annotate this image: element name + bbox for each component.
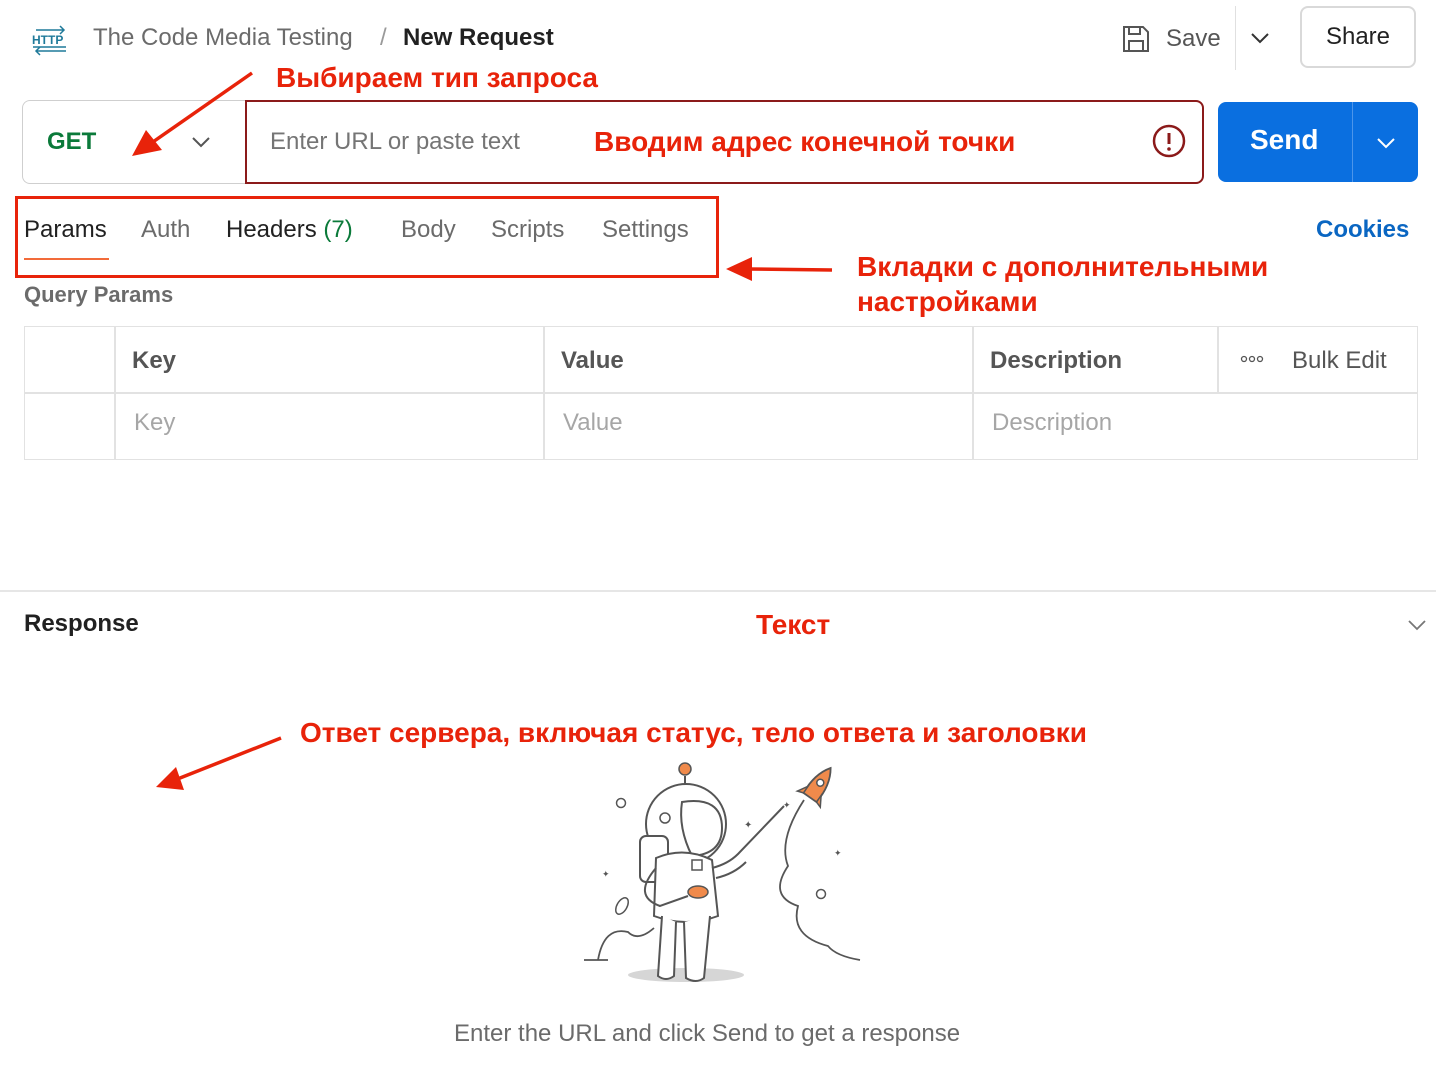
column-header-value: Value bbox=[561, 347, 624, 374]
tab-headers-count: (7) bbox=[323, 216, 353, 243]
chevron-down-icon[interactable] bbox=[1372, 129, 1400, 157]
table-column-divider bbox=[972, 326, 974, 460]
tab-body[interactable]: Body bbox=[401, 216, 456, 244]
annotation-method: Выбираем тип запроса bbox=[276, 62, 598, 93]
table-header-divider bbox=[24, 392, 1418, 394]
tab-scripts[interactable]: Scripts bbox=[491, 216, 564, 244]
annotation-arrow-head bbox=[156, 767, 184, 790]
annotation-text: Текст bbox=[756, 609, 831, 640]
active-tab-indicator bbox=[24, 258, 109, 260]
breadcrumb-separator: / bbox=[380, 24, 387, 51]
chevron-down-icon bbox=[192, 137, 210, 148]
tab-headers-label: Headers bbox=[226, 216, 317, 243]
chevron-down-icon[interactable] bbox=[1246, 24, 1274, 52]
save-icon bbox=[1123, 26, 1149, 52]
value-input[interactable]: Value bbox=[563, 409, 623, 437]
annotation-url: Вводим адрес конечной точки bbox=[594, 126, 1016, 157]
save-divider bbox=[1235, 6, 1236, 70]
response-divider bbox=[0, 590, 1436, 592]
query-params-title: Query Params bbox=[24, 282, 174, 307]
svg-text:✦: ✦ bbox=[602, 870, 610, 880]
error-icon bbox=[1152, 124, 1186, 158]
chevron-down-icon[interactable] bbox=[1404, 612, 1430, 638]
share-button[interactable]: Share bbox=[1300, 6, 1416, 68]
table-column-divider bbox=[114, 326, 116, 460]
annotation-response: Ответ сервера, включая статус, тело отве… bbox=[300, 717, 1087, 748]
response-title: Response bbox=[24, 610, 139, 637]
empty-response-message: Enter the URL and click Send to get a re… bbox=[454, 1020, 961, 1047]
more-dots-icon[interactable] bbox=[1240, 352, 1264, 366]
save-label: Save bbox=[1166, 25, 1221, 52]
svg-text:✦: ✦ bbox=[783, 801, 791, 811]
tab-params[interactable]: Params bbox=[24, 216, 107, 244]
tab-headers[interactable]: Headers (7) bbox=[226, 216, 353, 244]
tab-settings[interactable]: Settings bbox=[602, 216, 689, 244]
send-divider bbox=[1352, 102, 1353, 182]
table-column-divider bbox=[543, 326, 545, 460]
svg-text:✦: ✦ bbox=[744, 820, 752, 831]
key-input[interactable]: Key bbox=[134, 409, 175, 437]
annotation-tabs-line2: настройками bbox=[857, 286, 1038, 317]
column-header-description: Description bbox=[990, 347, 1123, 374]
tab-auth[interactable]: Auth bbox=[141, 216, 190, 244]
astronaut-illustration: ✦ ✦ ✦ ✦ bbox=[584, 762, 861, 982]
http-request-icon: HTTP bbox=[32, 25, 66, 56]
url-input[interactable] bbox=[270, 128, 570, 156]
column-header-key: Key bbox=[132, 347, 177, 374]
svg-text:HTTP: HTTP bbox=[32, 33, 63, 47]
bulk-edit-button[interactable]: Bulk Edit bbox=[1292, 347, 1387, 375]
description-input[interactable]: Description bbox=[992, 409, 1112, 437]
annotation-arrow-head bbox=[726, 257, 752, 281]
request-title[interactable]: New Request bbox=[403, 24, 554, 52]
svg-text:✦: ✦ bbox=[834, 849, 842, 859]
send-label: Send bbox=[1250, 124, 1319, 155]
annotation-arrow bbox=[747, 267, 833, 272]
breadcrumb-collection[interactable]: The Code Media Testing bbox=[93, 24, 353, 52]
annotation-arrow bbox=[174, 736, 282, 782]
cookies-link[interactable]: Cookies bbox=[1316, 216, 1409, 244]
annotation-tabs-line1: Вкладки с дополнительными bbox=[857, 251, 1269, 282]
method-label: GET bbox=[47, 128, 97, 155]
save-button[interactable]: Save bbox=[1120, 20, 1221, 58]
table-column-divider bbox=[1217, 326, 1219, 392]
